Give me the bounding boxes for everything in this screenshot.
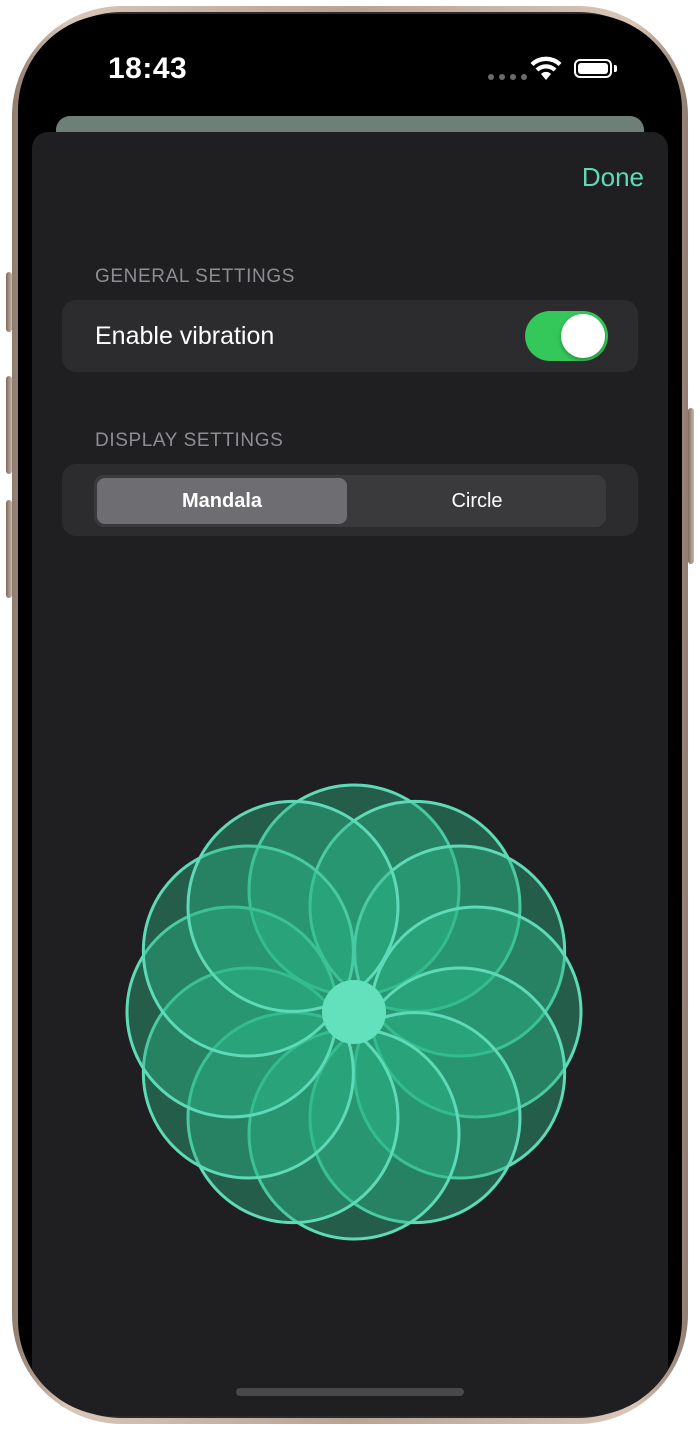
phone-screen: 18:43 Done GENERAL SETTINGS Enable vibra… bbox=[18, 14, 682, 1416]
volume-up-button bbox=[6, 376, 12, 474]
display-mode-segmented-control: Mandala Circle bbox=[94, 475, 606, 527]
wifi-icon bbox=[530, 56, 562, 80]
segment-circle[interactable]: Circle bbox=[352, 478, 602, 524]
volume-down-button bbox=[6, 500, 12, 598]
toggle-knob bbox=[561, 314, 605, 358]
mandala-petal bbox=[186, 799, 400, 1013]
action-button bbox=[6, 272, 12, 332]
cellular-dots-icon bbox=[488, 74, 527, 80]
general-settings-card: Enable vibration bbox=[62, 300, 638, 372]
battery-fill bbox=[578, 63, 608, 74]
status-time: 18:43 bbox=[108, 52, 188, 85]
mandala-graphic bbox=[125, 783, 583, 1241]
vibration-label: Enable vibration bbox=[95, 322, 275, 350]
general-settings-header: GENERAL SETTINGS bbox=[95, 266, 295, 287]
status-bar: 18:43 bbox=[18, 14, 682, 124]
display-settings-card: Mandala Circle bbox=[62, 464, 638, 536]
home-indicator[interactable] bbox=[236, 1388, 464, 1396]
battery-icon bbox=[574, 59, 612, 78]
settings-sheet: Done GENERAL SETTINGS Enable vibration D… bbox=[32, 132, 668, 1416]
mandala-center bbox=[322, 980, 386, 1044]
power-button bbox=[688, 408, 694, 564]
battery-tip bbox=[614, 65, 617, 72]
done-button[interactable]: Done bbox=[582, 162, 644, 193]
vibration-toggle[interactable] bbox=[525, 311, 608, 361]
segment-mandala[interactable]: Mandala bbox=[97, 478, 347, 524]
display-settings-header: DISPLAY SETTINGS bbox=[95, 430, 284, 451]
